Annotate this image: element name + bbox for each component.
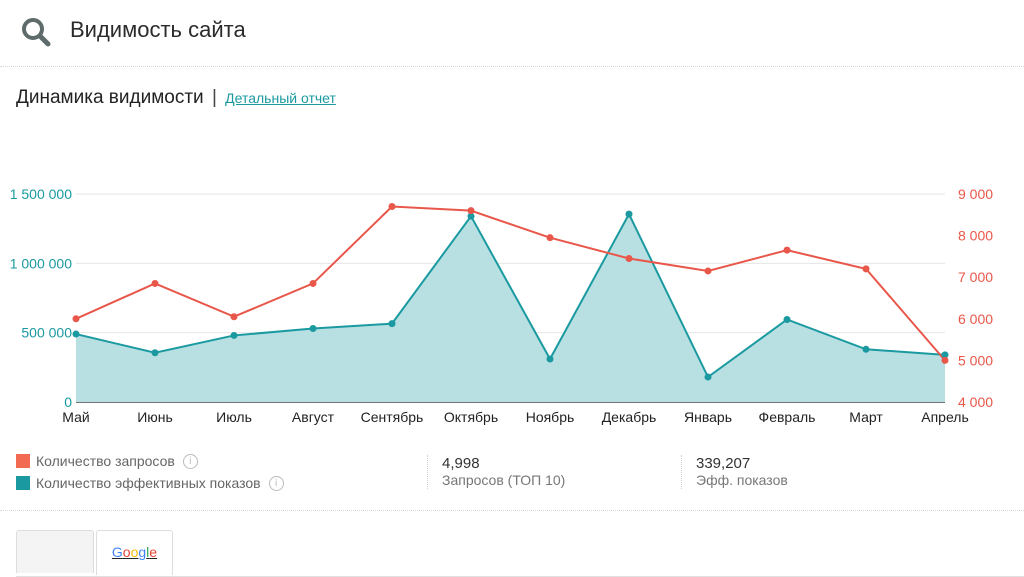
queries-point bbox=[704, 267, 712, 275]
chart-title: Динамика видимости bbox=[16, 87, 204, 108]
header: Видимость сайта bbox=[0, 0, 1024, 67]
queries-point bbox=[388, 202, 396, 210]
x-tick-label: Ноябрь bbox=[526, 409, 575, 425]
y-right-tick-label: 9 000 bbox=[958, 186, 993, 202]
search-icon[interactable] bbox=[20, 16, 52, 48]
google-letter: g bbox=[138, 544, 147, 560]
queries-point bbox=[309, 279, 317, 287]
x-tick-label: Март bbox=[849, 409, 883, 425]
y-right-tick-label: 6 000 bbox=[958, 311, 993, 327]
title-separator: | bbox=[211, 87, 217, 108]
queries-point bbox=[467, 207, 475, 215]
x-tick-label: Август bbox=[292, 409, 335, 425]
impressions-point bbox=[546, 355, 554, 363]
info-icon[interactable]: i bbox=[182, 453, 198, 469]
impressions-point bbox=[625, 210, 633, 218]
impressions-point bbox=[783, 315, 791, 323]
queries-point bbox=[941, 356, 949, 364]
y-left-tick-label: 0 bbox=[64, 394, 72, 410]
queries-point bbox=[151, 279, 159, 287]
queries-point bbox=[546, 234, 554, 242]
queries-point bbox=[230, 313, 238, 321]
y-right-tick-label: 8 000 bbox=[958, 228, 993, 244]
legend: Количество запросов i Количество эффекти… bbox=[16, 450, 284, 494]
impressions-point bbox=[388, 320, 396, 328]
impressions-point bbox=[862, 345, 870, 353]
legend-swatch-impressions bbox=[16, 476, 30, 490]
legend-label-impressions: Количество эффективных показов bbox=[36, 475, 261, 491]
detailed-report-link[interactable]: Детальный отчет bbox=[225, 90, 336, 106]
y-left-tick-label: 1 500 000 bbox=[10, 186, 72, 202]
stat-value: 4,998 bbox=[442, 455, 480, 472]
x-tick-label: Январь bbox=[684, 409, 732, 425]
x-tick-label: Апрель bbox=[921, 409, 969, 425]
impressions-point bbox=[72, 330, 80, 338]
stat-label: Запросов (ТОП 10) bbox=[442, 472, 566, 488]
page-title: Видимость сайта bbox=[70, 17, 246, 42]
google-letter: o bbox=[122, 544, 131, 560]
search-engine-tabs: Google bbox=[16, 530, 1024, 577]
stat-queries: 4,998 Запросов (ТОП 10) bbox=[427, 455, 565, 489]
impressions-point bbox=[704, 373, 712, 381]
legend-swatch-queries bbox=[16, 454, 30, 468]
x-tick-label: Декабрь bbox=[602, 409, 657, 425]
divider bbox=[0, 510, 1024, 511]
queries-point bbox=[72, 315, 80, 323]
x-tick-label: Сентябрь bbox=[361, 409, 424, 425]
tab-google[interactable]: Google bbox=[96, 530, 173, 575]
y-right-tick-label: 4 000 bbox=[958, 394, 993, 410]
visibility-chart: 0 500 000 1 000 000 1 500 000 4 000 5 000 6 00… bbox=[10, 186, 994, 425]
y-right-tick-label: 7 000 bbox=[958, 269, 993, 285]
legend-item-queries: Количество запросов i bbox=[16, 450, 284, 472]
stat-label: Эфф. показов bbox=[696, 472, 788, 488]
x-tick-label: Октябрь bbox=[444, 409, 498, 425]
queries-point bbox=[625, 254, 633, 262]
y-left-tick-label: 1 000 000 bbox=[10, 255, 72, 271]
impressions-point bbox=[230, 331, 238, 339]
google-letter: G bbox=[111, 544, 123, 560]
stat-impressions: 339,207 Эфф. показов bbox=[681, 455, 788, 489]
info-icon[interactable]: i bbox=[268, 475, 284, 491]
stat-value: 339,207 bbox=[696, 455, 751, 472]
x-tick-label: Февраль bbox=[759, 409, 816, 425]
x-tick-label: Май bbox=[62, 409, 89, 425]
queries-point bbox=[862, 265, 870, 273]
queries-point bbox=[783, 246, 791, 254]
impressions-point bbox=[151, 349, 159, 357]
legend-label-queries: Количество запросов bbox=[36, 453, 175, 469]
x-tick-label: Июнь bbox=[137, 409, 173, 425]
tab-blank[interactable] bbox=[16, 530, 94, 573]
impressions-point bbox=[309, 325, 317, 333]
y-right-tick-label: 5 000 bbox=[958, 352, 993, 368]
impressions-area bbox=[76, 214, 945, 402]
y-left-tick-label: 500 000 bbox=[21, 325, 72, 341]
section-title: Динамика видимости | Детальный отчет bbox=[16, 87, 336, 109]
x-tick-label: Июль bbox=[216, 409, 252, 425]
legend-item-impressions: Количество эффективных показов i bbox=[16, 472, 284, 494]
google-label: Google bbox=[112, 544, 157, 560]
google-letter: e bbox=[149, 544, 158, 560]
